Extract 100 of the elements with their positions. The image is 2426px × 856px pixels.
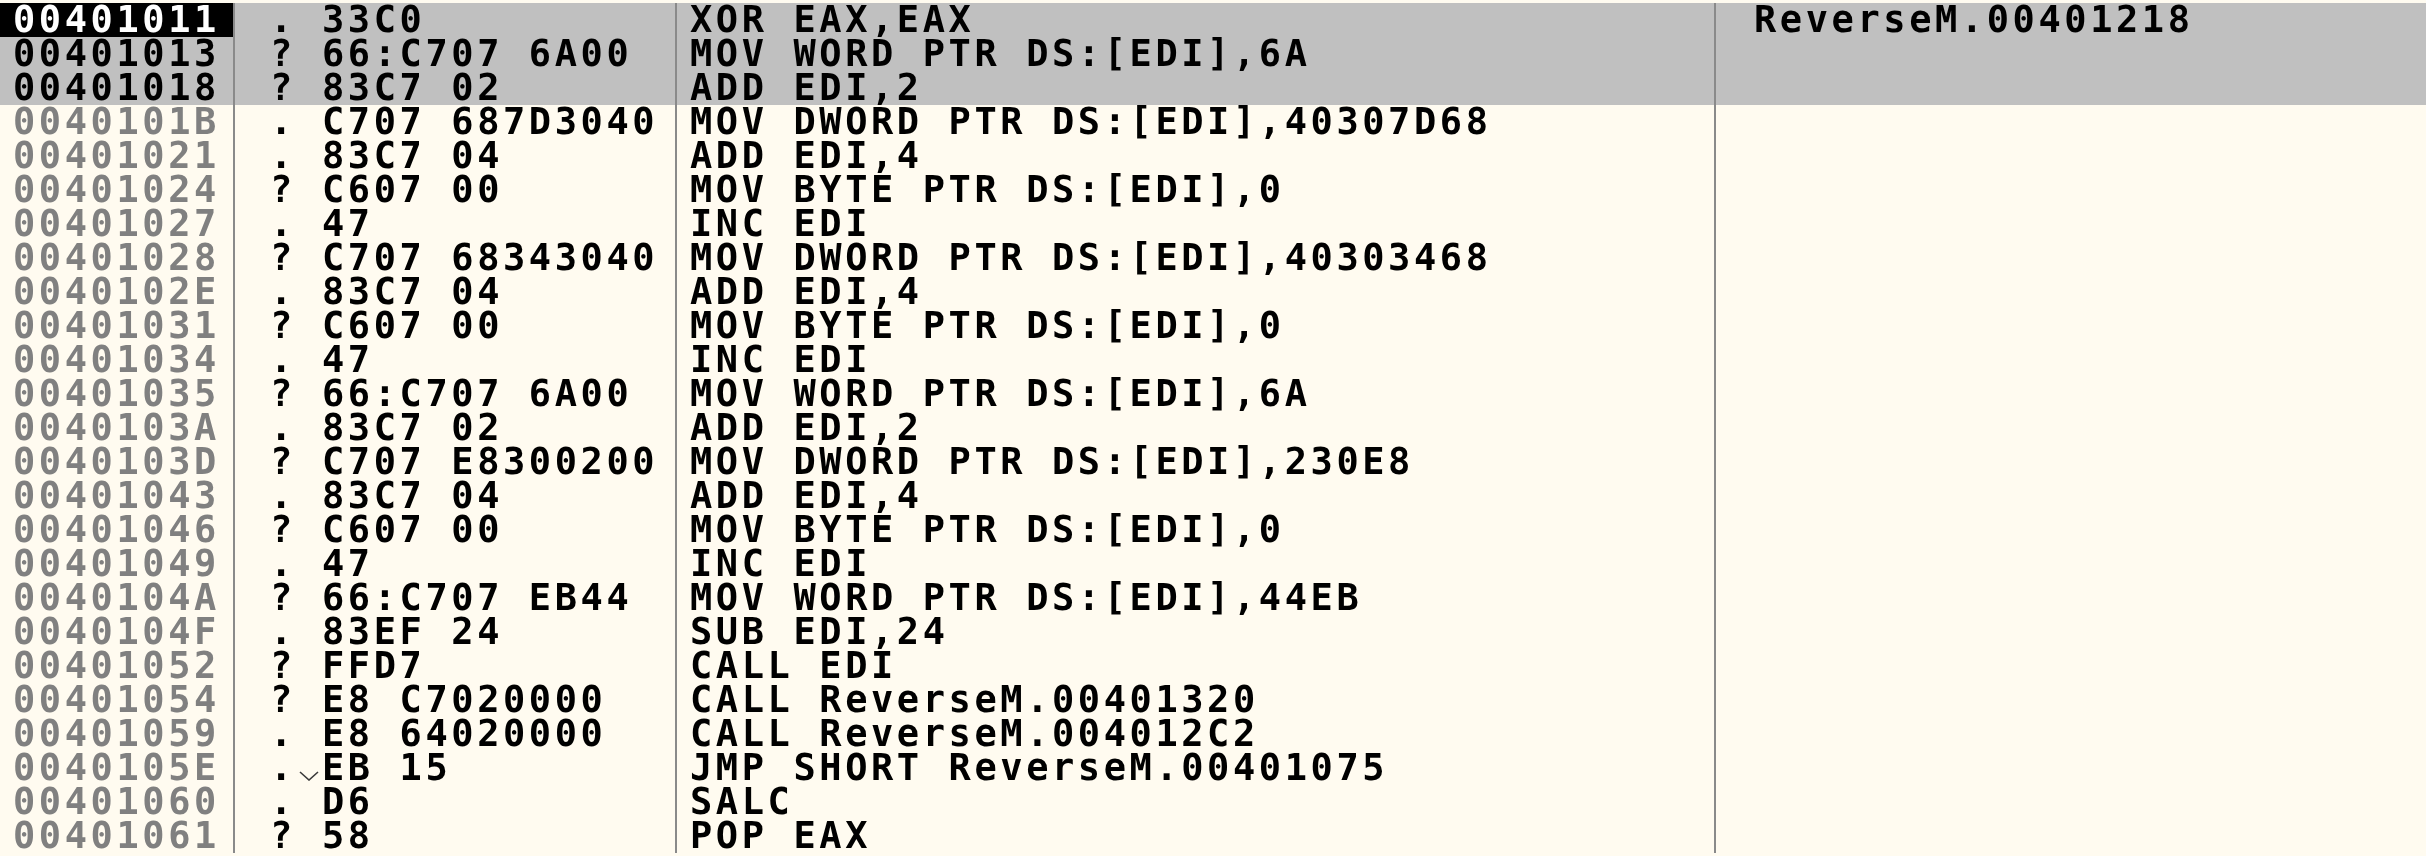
analysis-marker: .: [270, 343, 296, 377]
hex-bytes: C607 00: [322, 309, 503, 343]
analysis-marker: .: [270, 717, 296, 751]
disassembly-row[interactable]: 00401043 . 83C7 04 ADD EDI,4: [0, 479, 2426, 513]
analysis-marker: ?: [270, 513, 296, 547]
address-cell: 00401061: [0, 819, 235, 853]
disassembly-row[interactable]: 00401049 . 47 INC EDI: [0, 547, 2426, 581]
instruction-cell: INC EDI: [677, 343, 1716, 377]
hex-bytes: 83C7 04: [322, 275, 503, 309]
instruction-cell: MOV DWORD PTR DS:[EDI],40303468: [677, 241, 1716, 275]
analysis-marker: .: [270, 275, 296, 309]
hex-bytes: 47: [322, 207, 374, 241]
address-cell: 00401052: [0, 649, 235, 683]
analysis-marker: ?: [270, 649, 296, 683]
disassembly-row[interactable]: 00401027 . 47 INC EDI: [0, 207, 2426, 241]
address-cell: 00401028: [0, 241, 235, 275]
address-cell: 00401059: [0, 717, 235, 751]
disassembly-row[interactable]: 00401018 ? 83C7 02 ADD EDI,2: [0, 71, 2426, 105]
hex-bytes: 47: [322, 343, 374, 377]
analysis-marker: ?: [270, 71, 296, 105]
hex-bytes: 83C7 04: [322, 139, 503, 173]
hex-bytes: C707 68343040: [322, 241, 659, 275]
disassembly-row[interactable]: 00401035 ? 66:C707 6A00 MOV WORD PTR DS:[EDI],6A: [0, 377, 2426, 411]
hex-bytes: 66:C707 6A00: [322, 37, 633, 71]
address-cell: 00401054: [0, 683, 235, 717]
instruction-cell: SALC: [677, 785, 1716, 819]
address-cell: 0040104F: [0, 615, 235, 649]
instruction-cell: MOV BYTE PTR DS:[EDI],0: [677, 173, 1716, 207]
instruction-cell: MOV WORD PTR DS:[EDI],6A: [677, 377, 1716, 411]
address-cell: 0040104A: [0, 581, 235, 615]
hex-bytes: 47: [322, 547, 374, 581]
analysis-marker: .: [270, 547, 296, 581]
instruction-cell: JMP SHORT ReverseM.00401075: [677, 751, 1716, 785]
hex-bytes: 83C7 04: [322, 479, 503, 513]
disassembly-row[interactable]: 00401034 . 47 INC EDI: [0, 343, 2426, 377]
analysis-marker: .: [270, 615, 296, 649]
analysis-marker: .: [270, 207, 296, 241]
hex-bytes: D6: [322, 785, 374, 819]
disassembly-row[interactable]: 0040104A ? 66:C707 EB44 MOV WORD PTR DS:[EDI],44EB: [0, 581, 2426, 615]
address-cell: 0040105E: [0, 751, 235, 785]
disassembly-row[interactable]: 00401046 ? C607 00 MOV BYTE PTR DS:[EDI],0: [0, 513, 2426, 547]
disassembly-row[interactable]: 0040103A . 83C7 02 ADD EDI,2: [0, 411, 2426, 445]
hex-bytes: 66:C707 6A00: [322, 377, 633, 411]
analysis-marker: .: [270, 751, 296, 785]
address-cell: 00401034: [0, 343, 235, 377]
address-cell: 0040102E: [0, 275, 235, 309]
disassembly-row[interactable]: 00401028 ? C707 68343040 MOV DWORD PTR DS:[EDI],40303468: [0, 241, 2426, 275]
analysis-marker: ?: [270, 309, 296, 343]
address-cell: 00401024: [0, 173, 235, 207]
address-cell: 00401031: [0, 309, 235, 343]
instruction-cell: ADD EDI,2: [677, 411, 1716, 445]
hex-bytes: C607 00: [322, 513, 503, 547]
hex-bytes: 83C7 02: [322, 411, 503, 445]
analysis-marker: ?: [270, 377, 296, 411]
hex-bytes: EB 15: [322, 751, 452, 785]
instruction-cell: ADD EDI,4: [677, 139, 1716, 173]
instruction-cell: MOV WORD PTR DS:[EDI],44EB: [677, 581, 1716, 615]
address-cell: 00401021: [0, 139, 235, 173]
address-cell: 00401049: [0, 547, 235, 581]
hex-bytes: E8 64020000: [322, 717, 607, 751]
instruction-cell: MOV DWORD PTR DS:[EDI],230E8: [677, 445, 1716, 479]
disassembly-row[interactable]: 0040102E . 83C7 04 ADD EDI,4: [0, 275, 2426, 309]
address-cell: 00401035: [0, 377, 235, 411]
analysis-marker: ?: [270, 37, 296, 71]
address-cell: 00401027: [0, 207, 235, 241]
instruction-cell: ADD EDI,4: [677, 275, 1716, 309]
analysis-marker: .: [270, 479, 296, 513]
comment-cell-text: ReverseM.00401218: [1753, 3, 2195, 37]
disassembly-row[interactable]: 00401031 ? C607 00 MOV BYTE PTR DS:[EDI],0: [0, 309, 2426, 343]
analysis-marker: .: [270, 105, 296, 139]
hex-bytes: C707 E8300200: [322, 445, 659, 479]
instruction-cell: CALL ReverseM.00401320: [677, 683, 1716, 717]
instruction-cell: CALL EDI: [677, 649, 1716, 683]
address-cell: 00401046: [0, 513, 235, 547]
instruction-cell: SUB EDI,24: [677, 615, 1716, 649]
hex-bytes: C707 687D3040: [322, 105, 659, 139]
analysis-marker: ?: [270, 683, 296, 717]
disassembly-row[interactable]: 00401054 ? E8 C7020000 CALL ReverseM.00401320: [0, 683, 2426, 717]
disassembly-row[interactable]: 00401060 . D6 SALC: [0, 785, 2426, 819]
disassembly-row[interactable]: 0040104F . 83EF 24 SUB EDI,24: [0, 615, 2426, 649]
instruction-cell: INC EDI: [677, 547, 1716, 581]
disassembly-row[interactable]: 00401052 ? FFD7 CALL EDI: [0, 649, 2426, 683]
disassembly-row[interactable]: 0040105E . EB 15 JMP SHORT ReverseM.00401075: [0, 751, 2426, 785]
hex-bytes: FFD7: [322, 649, 426, 683]
address-cell: 0040103A: [0, 411, 235, 445]
instruction-cell: MOV BYTE PTR DS:[EDI],0: [677, 513, 1716, 547]
disassembly-row[interactable]: 00401013 ? 66:C707 6A00 MOV WORD PTR DS:[EDI],6A: [0, 37, 2426, 71]
disassembly-row[interactable]: 0040101B . C707 687D3040 MOV DWORD PTR DS:[EDI],40307D68: [0, 105, 2426, 139]
address-cell: 0040103D: [0, 445, 235, 479]
disassembly-row[interactable]: 00401021 . 83C7 04 ADD EDI,4: [0, 139, 2426, 173]
analysis-marker: .: [270, 139, 296, 173]
analysis-marker: .: [270, 411, 296, 445]
hex-bytes: 33C0: [322, 3, 426, 37]
address-cell: 00401018: [0, 71, 235, 105]
disassembly-row[interactable]: 00401059 . E8 64020000 CALL ReverseM.004012C2: [0, 717, 2426, 751]
disassembly-row[interactable]: 00401024 ? C607 00 MOV BYTE PTR DS:[EDI],0: [0, 173, 2426, 207]
disassembly-row[interactable]: 00401061 ? 58 POP EAX: [0, 819, 2426, 853]
instruction-cell: MOV DWORD PTR DS:[EDI],40307D68: [677, 105, 1716, 139]
disassembly-row[interactable]: 00401011 . 33C0 XOR EAX,EAX ReverseM.00401218: [0, 3, 2426, 37]
disassembly-row[interactable]: 0040103D ? C707 E8300200 MOV DWORD PTR DS:[EDI],230E8: [0, 445, 2426, 479]
